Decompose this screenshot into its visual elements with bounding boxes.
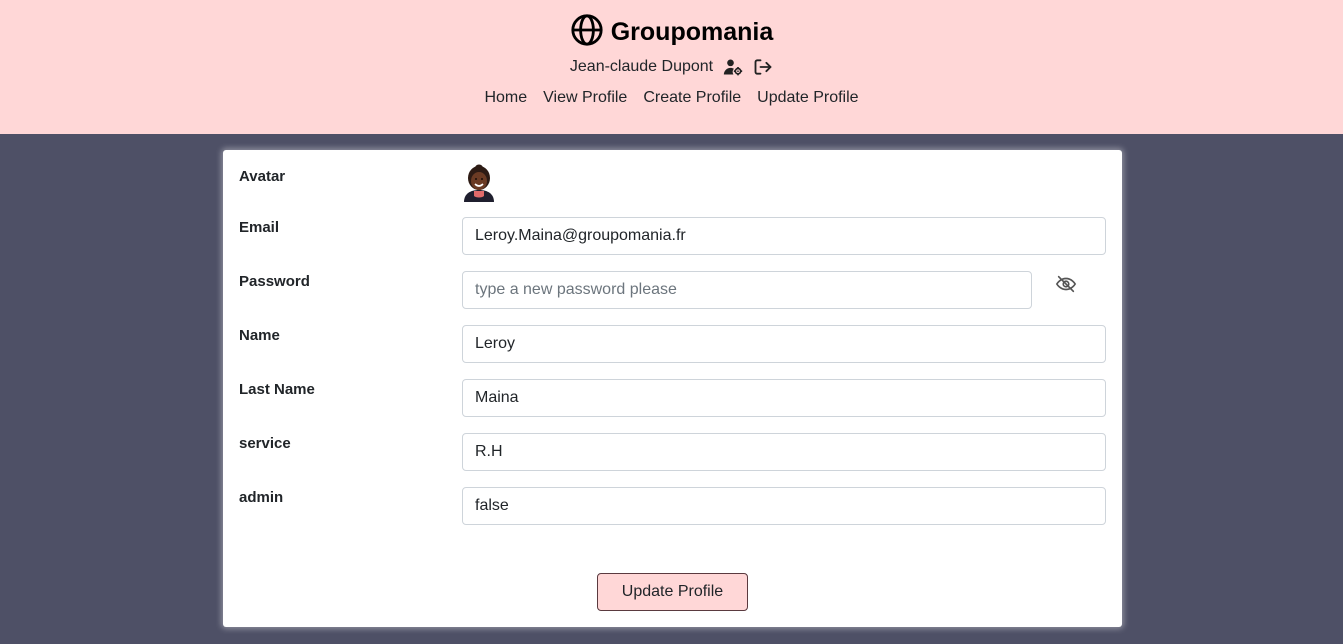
email-label: Email [239,219,280,236]
name-field[interactable] [462,325,1106,363]
avatar [462,164,496,202]
brand[interactable]: Groupomania [0,13,1343,52]
profile-form-card: Avatar Email Password Name Last Name ser… [223,150,1122,627]
eye-slash-icon[interactable] [1055,273,1077,295]
admin-field[interactable] [462,487,1106,525]
service-field[interactable] [462,433,1106,471]
nav-home[interactable]: Home [484,89,527,107]
lastname-field[interactable] [462,379,1106,417]
email-field[interactable] [462,217,1106,255]
update-profile-button[interactable]: Update Profile [597,573,748,611]
admin-label: admin [239,489,284,506]
password-field[interactable] [462,271,1032,309]
user-name: Jean-claude Dupont [569,58,714,75]
logout-icon[interactable] [753,57,773,77]
app-header: Groupomania Jean-claude Dupont Home View… [0,0,1343,134]
avatar-label: Avatar [239,168,286,185]
name-label: Name [239,327,280,344]
main-nav: Home View Profile Create Profile Update … [0,89,1343,107]
brand-name: Groupomania [610,18,774,46]
nav-view-profile[interactable]: View Profile [543,89,627,107]
globe-icon [570,13,604,52]
user-bar: Jean-claude Dupont [0,57,1343,77]
nav-update-profile[interactable]: Update Profile [757,89,858,107]
password-label: Password [239,273,310,290]
lastname-label: Last Name [239,381,315,398]
nav-create-profile[interactable]: Create Profile [643,89,741,107]
service-label: service [239,435,291,452]
user-gear-icon[interactable] [723,57,743,77]
